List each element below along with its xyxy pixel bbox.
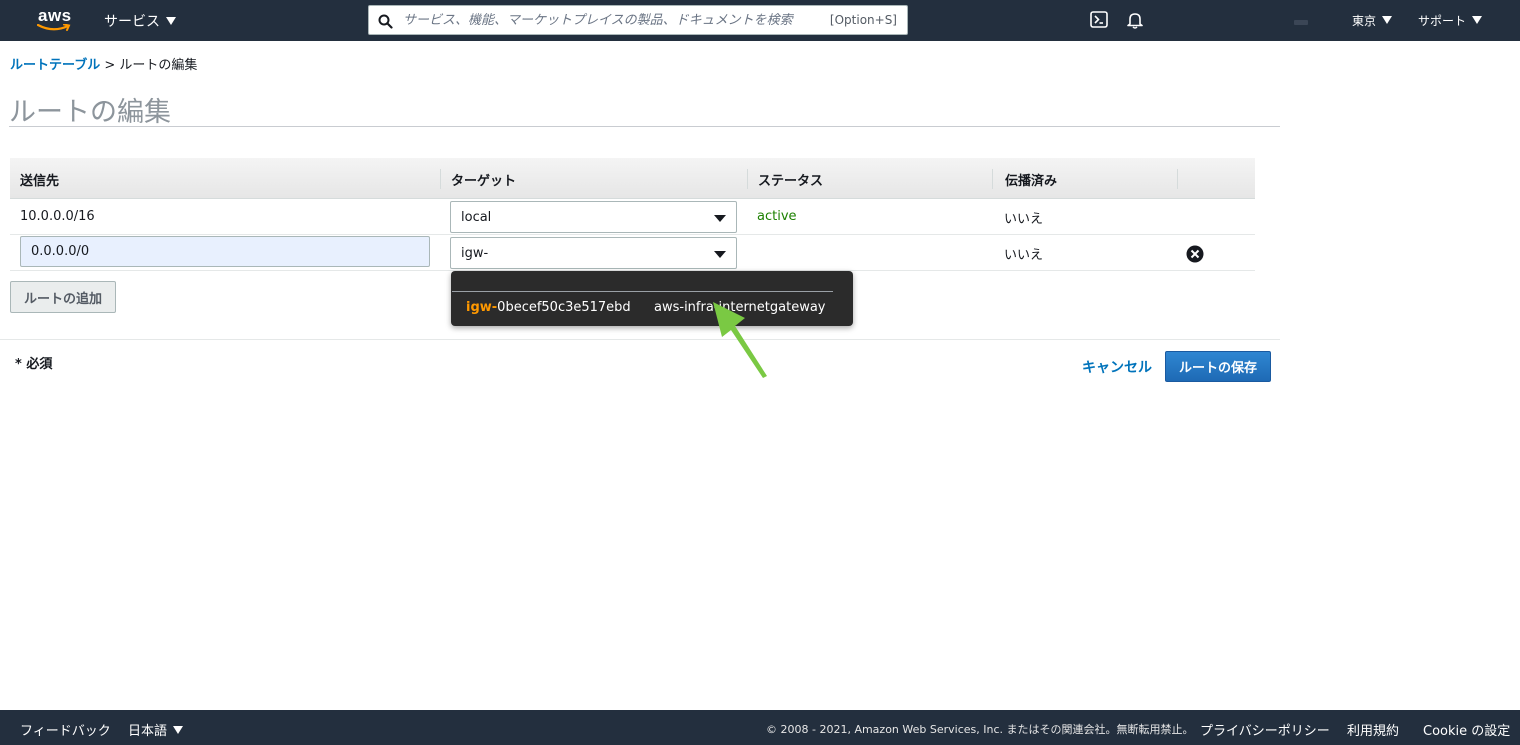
target-select-value: igw- <box>461 246 489 261</box>
routes-table-header: 送信先 ターゲット ステータス 伝播済み <box>10 158 1255 199</box>
dropdown-arrow-icon <box>714 215 726 222</box>
breadcrumb-separator: > <box>104 58 116 73</box>
services-menu[interactable]: サービス <box>104 11 176 31</box>
console-footer: フィードバック 日本語 © 2008 - 2021, Amazon Web Se… <box>0 710 1520 745</box>
breadcrumb-current: ルートの編集 <box>119 58 198 73</box>
aws-logo[interactable]: aws <box>36 6 72 34</box>
language-selector[interactable]: 日本語 <box>128 720 184 739</box>
language-label: 日本語 <box>128 724 168 739</box>
annotation-arrow-icon <box>713 302 767 378</box>
top-navigation-bar: aws サービス [Option+S] 東京 サポート <box>0 0 1520 41</box>
copyright-text: © 2008 - 2021, Amazon Web Services, Inc.… <box>766 723 1194 736</box>
aws-smile-icon <box>37 24 71 31</box>
status-cell: active <box>757 209 797 224</box>
destination-input[interactable] <box>20 236 430 267</box>
table-row: 10.0.0.0/16 local active いいえ <box>10 199 1255 235</box>
dropdown-arrow-icon <box>714 251 726 258</box>
propagated-cell: いいえ <box>1004 212 1044 227</box>
column-header-target: ターゲット <box>451 174 517 189</box>
column-divider <box>440 169 441 189</box>
dropdown-divider <box>452 291 833 292</box>
cookie-settings-link[interactable]: Cookie の設定 <box>1423 720 1510 739</box>
title-divider <box>9 126 1280 127</box>
option-id-match: igw- <box>466 300 498 315</box>
form-footer-divider <box>0 339 1280 340</box>
privacy-policy-link[interactable]: プライバシーポリシー <box>1200 720 1330 739</box>
required-note: * 必須 <box>15 357 53 372</box>
notifications-bell-icon[interactable] <box>1127 11 1143 29</box>
region-selector[interactable]: 東京 <box>1352 12 1393 29</box>
caret-down-icon <box>1382 16 1393 24</box>
search-icon <box>378 14 393 29</box>
region-label: 東京 <box>1352 14 1377 28</box>
account-menu[interactable] <box>1294 20 1308 25</box>
column-divider <box>1177 169 1178 189</box>
terms-link[interactable]: 利用規約 <box>1347 720 1399 739</box>
destination-cell: 10.0.0.0/16 <box>20 209 95 224</box>
option-id-rest: 0becef50c3e517ebd <box>497 300 631 315</box>
column-header-destination: 送信先 <box>20 174 60 189</box>
support-label: サポート <box>1418 14 1467 28</box>
column-divider <box>747 169 748 189</box>
target-select[interactable]: igw- <box>450 237 737 269</box>
propagated-cell: いいえ <box>1004 248 1044 263</box>
aws-logo-text: aws <box>38 6 72 25</box>
table-row: igw- いいえ <box>10 235 1255 271</box>
option-id: igw-0becef50c3e517ebd <box>466 300 631 315</box>
search-input[interactable] <box>403 8 903 32</box>
target-select-value: local <box>461 210 492 225</box>
search-shortcut-hint: [Option+S] <box>829 13 897 27</box>
dropdown-option-internet-gateway[interactable]: igw-0becef50c3e517ebd aws-infra-internet… <box>451 295 853 321</box>
column-divider <box>992 169 993 189</box>
cloudshell-icon[interactable] <box>1090 11 1108 28</box>
breadcrumb: ルートテーブル > ルートの編集 <box>10 54 197 73</box>
target-select[interactable]: local <box>450 201 737 233</box>
feedback-link[interactable]: フィードバック <box>20 720 111 739</box>
target-dropdown-menu: igw-0becef50c3e517ebd aws-infra-internet… <box>451 271 853 326</box>
column-header-status: ステータス <box>758 174 824 189</box>
support-menu[interactable]: サポート <box>1418 12 1483 29</box>
search-box[interactable]: [Option+S] <box>368 5 908 35</box>
save-routes-button[interactable]: ルートの保存 <box>1165 351 1271 382</box>
caret-down-icon <box>166 17 176 25</box>
caret-down-icon <box>1472 16 1483 24</box>
cancel-button[interactable]: キャンセル <box>1076 354 1158 380</box>
page-title: ルートの編集 <box>9 97 171 128</box>
services-menu-label: サービス <box>104 14 160 30</box>
caret-down-icon <box>173 726 184 734</box>
remove-route-icon[interactable] <box>1186 245 1204 263</box>
breadcrumb-route-tables-link[interactable]: ルートテーブル <box>10 58 100 73</box>
add-route-button[interactable]: ルートの追加 <box>10 281 116 313</box>
column-header-propagated: 伝播済み <box>1005 174 1058 189</box>
